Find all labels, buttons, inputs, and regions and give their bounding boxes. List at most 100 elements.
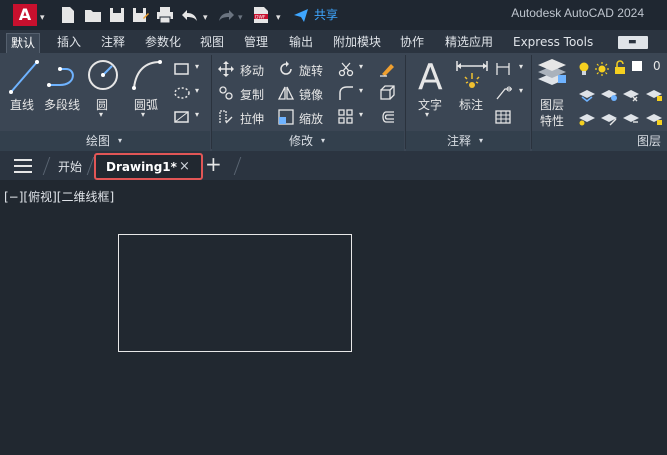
- draw-panel-title[interactable]: 绘图: [86, 133, 110, 149]
- explode-icon[interactable]: [379, 85, 395, 105]
- layer-freeze-icon[interactable]: [600, 87, 618, 106]
- layer-on-bulb-icon[interactable]: [578, 61, 590, 80]
- polyline-label[interactable]: 多段线: [44, 96, 80, 113]
- viewport-controls[interactable]: [−][俯视][二维线框]: [4, 188, 114, 205]
- offset-icon[interactable]: [379, 109, 395, 129]
- layer-previous-icon[interactable]: [622, 111, 640, 130]
- layer-isolate-icon[interactable]: [578, 87, 596, 106]
- modify-panel-chevron-icon[interactable]: ▾: [321, 133, 325, 149]
- layer-off-icon[interactable]: [622, 87, 640, 106]
- rotate-icon[interactable]: [278, 61, 294, 81]
- app-menu-chevron-icon[interactable]: ▾: [40, 9, 45, 27]
- tab-parametric[interactable]: 参数化: [141, 33, 185, 53]
- tab-insert[interactable]: 插入: [53, 33, 85, 53]
- boundary-dropdown-icon[interactable]: ▾: [195, 110, 199, 119]
- share-icon[interactable]: [293, 6, 309, 24]
- draw-panel-chevron-icon[interactable]: ▾: [118, 133, 122, 149]
- new-tab-icon[interactable]: +: [205, 153, 222, 175]
- array-dropdown-icon[interactable]: ▾: [359, 110, 363, 119]
- menu-hamburger-icon[interactable]: [14, 159, 32, 173]
- autocad-logo[interactable]: A: [13, 4, 37, 26]
- fillet-icon[interactable]: [338, 85, 354, 105]
- fillet-dropdown-icon[interactable]: ▾: [359, 86, 363, 95]
- circle-icon[interactable]: [86, 58, 120, 96]
- new-file-icon[interactable]: [60, 6, 76, 24]
- arc-icon[interactable]: [130, 58, 164, 96]
- layer-unlock-icon[interactable]: [614, 60, 626, 79]
- text-dropdown-icon[interactable]: ▾: [425, 110, 429, 119]
- copy-label[interactable]: 复制: [240, 86, 264, 103]
- layer-match-icon[interactable]: [600, 111, 618, 130]
- layers-panel-title[interactable]: 图层: [637, 133, 661, 149]
- layer-properties-label-2[interactable]: 特性: [540, 112, 564, 129]
- stretch-icon[interactable]: [218, 109, 234, 129]
- stretch-label[interactable]: 拉伸: [240, 110, 264, 127]
- tab-annotate[interactable]: 注释: [97, 33, 129, 53]
- linear-dim-dropdown-icon[interactable]: ▾: [519, 62, 523, 71]
- move-label[interactable]: 移动: [240, 62, 264, 79]
- tab-start[interactable]: 开始: [58, 158, 82, 175]
- close-tab-icon[interactable]: ×: [179, 159, 190, 174]
- boundary-icon[interactable]: [173, 109, 191, 128]
- arc-label[interactable]: 圆弧: [134, 96, 158, 113]
- annotation-panel-chevron-icon[interactable]: ▾: [479, 133, 483, 149]
- scale-label[interactable]: 缩放: [299, 110, 323, 127]
- layer-lock-toggle-icon[interactable]: [645, 111, 663, 130]
- rectangle-dropdown-icon[interactable]: ▾: [195, 62, 199, 71]
- layer-thaw-sun-icon[interactable]: [595, 61, 609, 80]
- leader-icon[interactable]: [495, 85, 513, 105]
- line-label[interactable]: 直线: [10, 96, 34, 113]
- hatch-icon[interactable]: [173, 85, 191, 104]
- leader-dropdown-icon[interactable]: ▾: [519, 86, 523, 95]
- move-icon[interactable]: [218, 61, 234, 81]
- save-icon[interactable]: [109, 6, 125, 24]
- drawing-canvas[interactable]: [−][俯视][二维线框]: [0, 180, 667, 455]
- print-icon[interactable]: [156, 6, 174, 24]
- hatch-dropdown-icon[interactable]: ▾: [195, 86, 199, 95]
- tab-express-tools[interactable]: Express Tools: [509, 33, 597, 53]
- tab-drawing1[interactable]: Drawing1* ×: [94, 153, 203, 180]
- trim-dropdown-icon[interactable]: ▾: [359, 62, 363, 71]
- text-icon[interactable]: A: [416, 57, 446, 98]
- tab-default[interactable]: 默认: [6, 33, 41, 53]
- layer-make-current-icon[interactable]: [578, 111, 596, 130]
- modify-panel-title[interactable]: 修改: [289, 133, 313, 149]
- tab-collaborate[interactable]: 协作: [396, 33, 428, 53]
- layer-color-swatch[interactable]: [632, 61, 642, 71]
- customize-dropdown-icon[interactable]: ▾: [276, 9, 281, 27]
- share-label[interactable]: 共享: [314, 6, 338, 23]
- tab-output[interactable]: 输出: [285, 33, 317, 53]
- save-as-icon[interactable]: [132, 6, 150, 24]
- arc-dropdown-icon[interactable]: ▾: [141, 110, 145, 119]
- erase-icon[interactable]: [379, 61, 395, 81]
- rotate-label[interactable]: 旋转: [299, 62, 323, 79]
- tab-view[interactable]: 视图: [196, 33, 228, 53]
- scale-icon[interactable]: [278, 109, 294, 129]
- undo-dropdown-icon[interactable]: ▾: [203, 9, 208, 27]
- tab-featured-apps[interactable]: 精选应用: [441, 33, 497, 53]
- redo-icon[interactable]: [217, 6, 235, 24]
- tab-manage[interactable]: 管理: [240, 33, 272, 53]
- table-icon[interactable]: [495, 109, 511, 129]
- dimension-label[interactable]: 标注: [459, 96, 483, 113]
- layer-properties-icon[interactable]: [536, 57, 568, 93]
- mirror-label[interactable]: 镜像: [299, 86, 323, 103]
- polyline-icon[interactable]: [46, 63, 82, 97]
- circle-dropdown-icon[interactable]: ▾: [99, 110, 103, 119]
- layer-lock-icon[interactable]: [645, 87, 663, 106]
- dimension-icon[interactable]: [455, 59, 489, 95]
- drawn-rectangle[interactable]: [118, 234, 352, 352]
- open-folder-icon[interactable]: [84, 6, 102, 24]
- undo-icon[interactable]: [181, 6, 199, 24]
- array-icon[interactable]: [338, 109, 354, 129]
- ribbon-minimize-button[interactable]: ▬: [618, 36, 648, 49]
- current-layer-name[interactable]: 0: [653, 59, 661, 73]
- annotation-panel-title[interactable]: 注释: [447, 133, 471, 149]
- redo-dropdown-icon[interactable]: ▾: [238, 9, 243, 27]
- trim-icon[interactable]: [338, 61, 354, 81]
- text-label[interactable]: 文字: [418, 96, 442, 113]
- line-icon[interactable]: [8, 59, 40, 99]
- mirror-icon[interactable]: [277, 85, 295, 105]
- tab-addins[interactable]: 附加模块: [329, 33, 385, 53]
- copy-icon[interactable]: [218, 85, 234, 105]
